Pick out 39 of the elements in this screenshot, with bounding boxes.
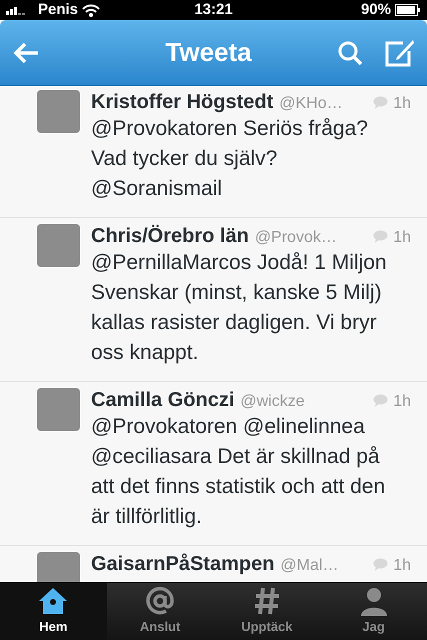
tweet-text: @Provokatoren @elinelinnea @ceciliasara Det är skillnad på att det finns statistik och att den är tillförlitlig.	[91, 414, 386, 530]
carrier-name: Penis	[38, 0, 78, 20]
user-name: GaisarnPåStampen	[91, 552, 274, 576]
tab-bar-item[interactable]: Jag	[320, 583, 427, 640]
nav-title: Tweeta	[164, 36, 253, 69]
status-time: 13:21	[194, 0, 233, 20]
tab-bar-item[interactable]: Upptäck	[214, 583, 320, 640]
tweet-time: 1h	[393, 228, 411, 248]
avatar-placeholder	[37, 90, 80, 133]
tweet-time: 1h	[393, 94, 411, 114]
wifi-icon	[82, 4, 100, 16]
tweet-time: 1h	[393, 556, 411, 576]
user-name: Chris/Örebro län	[91, 224, 249, 248]
speech-bubble-icon	[373, 394, 388, 406]
avatar-placeholder	[37, 224, 80, 267]
tweet-text: @Provokatoren Seriös fråga? Vad tycker du själv? @Soranismail	[91, 116, 369, 202]
tweet-text: @PernillaMarcos Jodå! 1 Miljon Svenskar (minst, kanske 5 Milj) kallas rasister dagligen. Vi bryr oss knappt.	[91, 250, 388, 366]
user-name: Kristoffer Högstedt	[91, 90, 274, 114]
tab-bar-item[interactable]: Hem	[0, 583, 107, 640]
person-icon	[358, 586, 389, 616]
user-handle: @Mal…	[280, 556, 338, 576]
battery-icon	[395, 4, 421, 16]
user-handle: @wickze	[240, 392, 305, 412]
user-handle: @Provok…	[254, 228, 337, 248]
hash-icon	[252, 586, 281, 616]
tab-bar-item[interactable]: Anslut	[106, 583, 214, 640]
user-handle: @KHo…	[279, 94, 343, 114]
search-icon[interactable]	[337, 40, 363, 66]
speech-bubble-icon	[373, 558, 388, 570]
birdhouse-icon	[38, 586, 68, 616]
at-sign-icon	[145, 586, 176, 616]
compose-icon[interactable]	[385, 38, 415, 66]
avatar-placeholder	[37, 388, 80, 431]
battery-percent: 90%	[360, 0, 391, 20]
tweet-time: 1h	[393, 392, 411, 412]
back-arrow-icon[interactable]	[12, 40, 40, 64]
user-name: Camilla Gönczi	[91, 388, 234, 412]
speech-bubble-icon	[373, 96, 388, 108]
speech-bubble-icon	[373, 230, 388, 242]
